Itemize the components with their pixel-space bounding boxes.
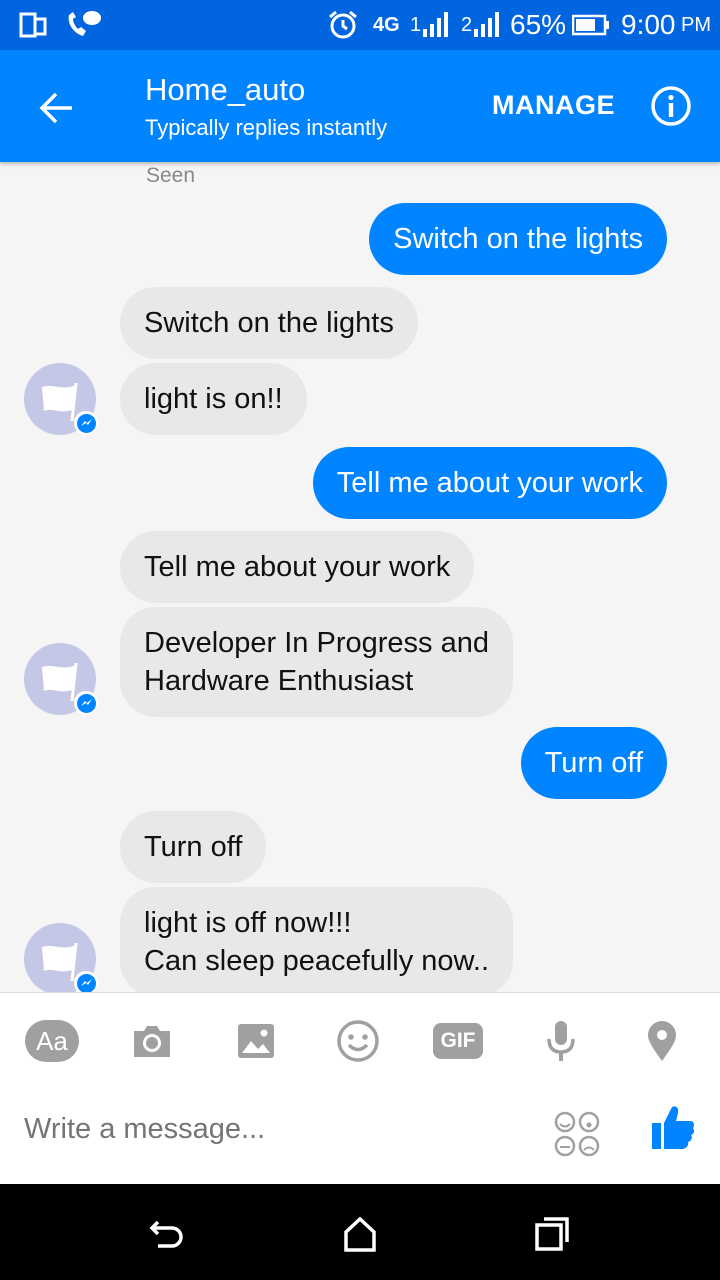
wifi-calling-icon (64, 0, 102, 50)
microphone-button[interactable] (533, 1017, 589, 1065)
gif-label: GIF (433, 1023, 483, 1059)
incoming-message[interactable]: light is on!! (120, 363, 307, 435)
image-icon (238, 1024, 274, 1058)
alarm-icon (327, 0, 359, 50)
incoming-message[interactable]: Tell me about your work (120, 531, 475, 603)
camera-button[interactable] (124, 1017, 180, 1065)
home-nav-button[interactable] (340, 1214, 380, 1254)
network-type: 4G (373, 13, 400, 36)
bot-avatar[interactable] (24, 923, 98, 992)
gif-button[interactable]: GIF (430, 1017, 486, 1065)
chat-title[interactable]: Home_auto (145, 72, 305, 108)
smiley-icon (337, 1020, 379, 1062)
seen-label: Seen (146, 164, 196, 187)
info-icon (651, 86, 691, 126)
messenger-badge-icon (74, 691, 98, 715)
nav-back-icon (149, 1220, 183, 1248)
sim2-label: 2 (461, 13, 473, 36)
camera-icon (134, 1026, 170, 1057)
status-bar: 4G 1 2 65% 9:00 PM (0, 0, 720, 50)
chat-header: Home_auto Typically replies instantly MA… (0, 50, 720, 162)
microphone-icon (547, 1021, 575, 1061)
messenger-badge-icon (74, 411, 98, 435)
chat-subtitle: Typically replies instantly (145, 115, 388, 140)
screen-mirror-icon (18, 0, 48, 50)
back-button[interactable] (28, 80, 84, 136)
text-style-label: Aa (25, 1020, 79, 1062)
thumbs-up-icon (652, 1106, 695, 1149)
outgoing-message[interactable]: Tell me about your work (312, 447, 667, 519)
messenger-badge-icon (74, 971, 98, 992)
system-nav-bar (0, 1184, 720, 1280)
clock-ampm: PM (681, 13, 711, 36)
location-button[interactable] (634, 1017, 690, 1065)
recents-nav-button[interactable] (532, 1214, 572, 1254)
incoming-message[interactable]: Switch on the lights (120, 287, 418, 359)
manage-button[interactable]: MANAGE (492, 90, 615, 121)
nav-home-icon (344, 1216, 376, 1252)
bot-avatar[interactable] (24, 363, 98, 435)
incoming-message[interactable]: light is off now!!! Can sleep peacefully… (120, 887, 513, 992)
message-list[interactable]: Seen Switch on the lights Switch on the … (0, 162, 720, 992)
incoming-message[interactable]: Developer In Progress and Hardware Enthu… (120, 607, 513, 717)
sim1-label: 1 (410, 13, 422, 36)
signal-sim2-icon (473, 0, 503, 50)
outgoing-message[interactable]: Turn off (520, 727, 667, 799)
incoming-message[interactable]: Turn off (120, 811, 267, 883)
text-style-button[interactable]: Aa (24, 1017, 80, 1065)
emoji-button[interactable] (554, 1111, 600, 1157)
bot-avatar[interactable] (24, 643, 98, 715)
outgoing-message[interactable]: Switch on the lights (369, 203, 667, 275)
emoji-grid-icon (554, 1111, 600, 1157)
location-pin-icon (648, 1021, 676, 1061)
battery-icon (572, 0, 610, 50)
info-button[interactable] (650, 85, 692, 127)
message-input[interactable] (24, 1113, 524, 1146)
clock-time: 9:00 (621, 9, 676, 40)
arrow-left-icon (39, 92, 72, 124)
back-nav-button[interactable] (148, 1214, 188, 1254)
signal-sim1-icon (422, 0, 452, 50)
like-button[interactable] (650, 1103, 696, 1153)
composer: Aa GIF (0, 992, 720, 1184)
sticker-button[interactable] (330, 1017, 386, 1065)
gallery-button[interactable] (228, 1017, 284, 1065)
nav-recents-icon (535, 1217, 569, 1251)
battery-percent: 65% (510, 9, 567, 40)
